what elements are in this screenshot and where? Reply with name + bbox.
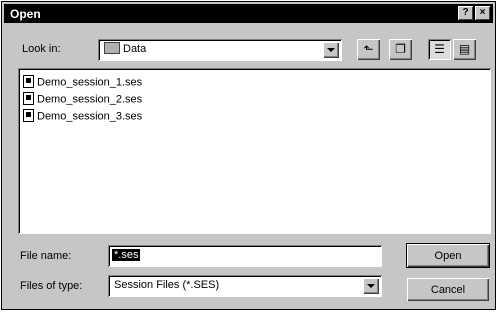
file-name-label: File name: <box>20 250 72 262</box>
look-in-dropdown-arrow[interactable] <box>323 42 339 58</box>
file-name-input[interactable]: *.ses <box>108 245 382 267</box>
open-dialog: Open ? × Look in: Data ⬑ ❐ ☰ ▤ Demo_sess… <box>1 1 496 310</box>
list-view-button[interactable]: ☰ <box>428 39 451 60</box>
files-of-type-value: Session Files (*.SES) <box>114 279 220 291</box>
title-bar: Open ? × <box>4 4 493 23</box>
look-in-label: Look in: <box>22 43 61 55</box>
files-of-type-dropdown-arrow[interactable] <box>363 278 379 294</box>
file-name-text: Demo_session_2.ses <box>37 93 143 106</box>
dialog-title: Open <box>10 7 41 21</box>
list-view-icon: ☰ <box>434 42 445 56</box>
file-name-value: *.ses <box>112 249 141 261</box>
look-in-dropdown[interactable]: Data <box>98 39 342 61</box>
new-folder-icon: ❐ <box>395 42 406 56</box>
file-icon <box>23 109 34 122</box>
open-button[interactable]: Open <box>406 243 490 268</box>
files-of-type-dropdown[interactable]: Session Files (*.SES) <box>108 275 382 297</box>
list-item[interactable]: Demo_session_3.ses <box>23 109 143 126</box>
close-button[interactable]: × <box>475 6 490 20</box>
file-icon <box>23 75 34 88</box>
list-item[interactable]: Demo_session_2.ses <box>23 92 143 109</box>
list-item[interactable]: Demo_session_1.ses <box>23 75 143 92</box>
file-name-text: Demo_session_3.ses <box>37 110 143 123</box>
cancel-button[interactable]: Cancel <box>406 277 490 302</box>
file-icon <box>23 92 34 105</box>
create-new-folder-button[interactable]: ❐ <box>389 39 412 60</box>
chevron-down-icon <box>367 284 375 288</box>
details-view-icon: ▤ <box>458 42 471 56</box>
file-list[interactable]: Demo_session_1.ses Demo_session_2.ses De… <box>18 68 491 234</box>
chevron-down-icon <box>327 48 335 52</box>
details-view-button[interactable]: ▤ <box>453 39 476 60</box>
up-one-level-button[interactable]: ⬑ <box>357 39 380 60</box>
files-of-type-label: Files of type: <box>20 280 83 292</box>
look-in-value: Data <box>123 43 147 55</box>
up-folder-icon: ⬑ <box>363 42 374 56</box>
folder-icon <box>104 42 120 55</box>
help-button[interactable]: ? <box>458 6 473 20</box>
file-name-text: Demo_session_1.ses <box>37 76 143 89</box>
